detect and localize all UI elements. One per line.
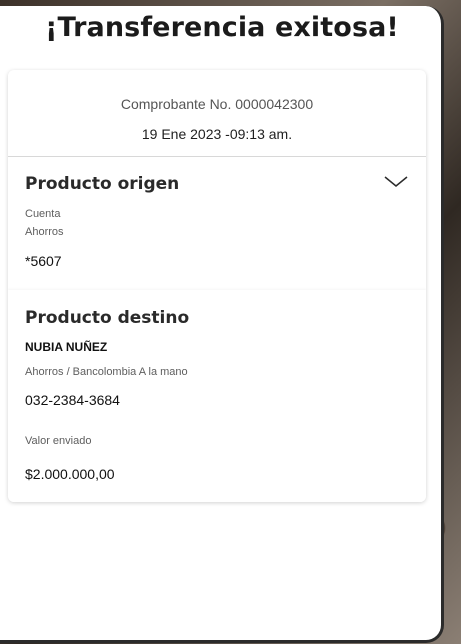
destination-name: NUBIA NUÑEZ bbox=[25, 340, 108, 354]
destination-account-number: 032-2384-3684 bbox=[25, 392, 120, 408]
destination-title: Producto destino bbox=[25, 308, 190, 328]
origin-title: Producto origen bbox=[25, 174, 180, 194]
receipt-date: 19 Ene 2023 -09:13 am. bbox=[141, 126, 293, 142]
origin-product-section: Producto origen Cuenta Ahorros *5607 bbox=[8, 157, 426, 290]
receipt-header: Comprobante No. 0000042300 19 Ene 2023 -… bbox=[8, 70, 426, 156]
account-label: Cuenta bbox=[25, 208, 61, 220]
receipt-card: Comprobante No. 0000042300 19 Ene 2023 -… bbox=[8, 70, 426, 502]
origin-account-number: *5607 bbox=[25, 253, 62, 269]
receipt-number: Comprobante No. 0000042300 bbox=[120, 96, 314, 112]
account-type: Ahorros bbox=[25, 226, 64, 238]
sent-amount: $2.000.000,00 bbox=[25, 466, 115, 482]
destination-product-section: Producto destino NUBIA NUÑEZ Ahorros / B… bbox=[8, 290, 426, 502]
destination-details: Ahorros / Bancolombia A la mano bbox=[25, 366, 188, 378]
confirmation-sheet: ¡Transferencia exitosa! Comprobante No. … bbox=[0, 6, 444, 643]
amount-label: Valor enviado bbox=[25, 435, 92, 447]
chevron-down-icon[interactable] bbox=[382, 171, 410, 191]
page-title: ¡Transferencia exitosa! bbox=[45, 12, 399, 43]
